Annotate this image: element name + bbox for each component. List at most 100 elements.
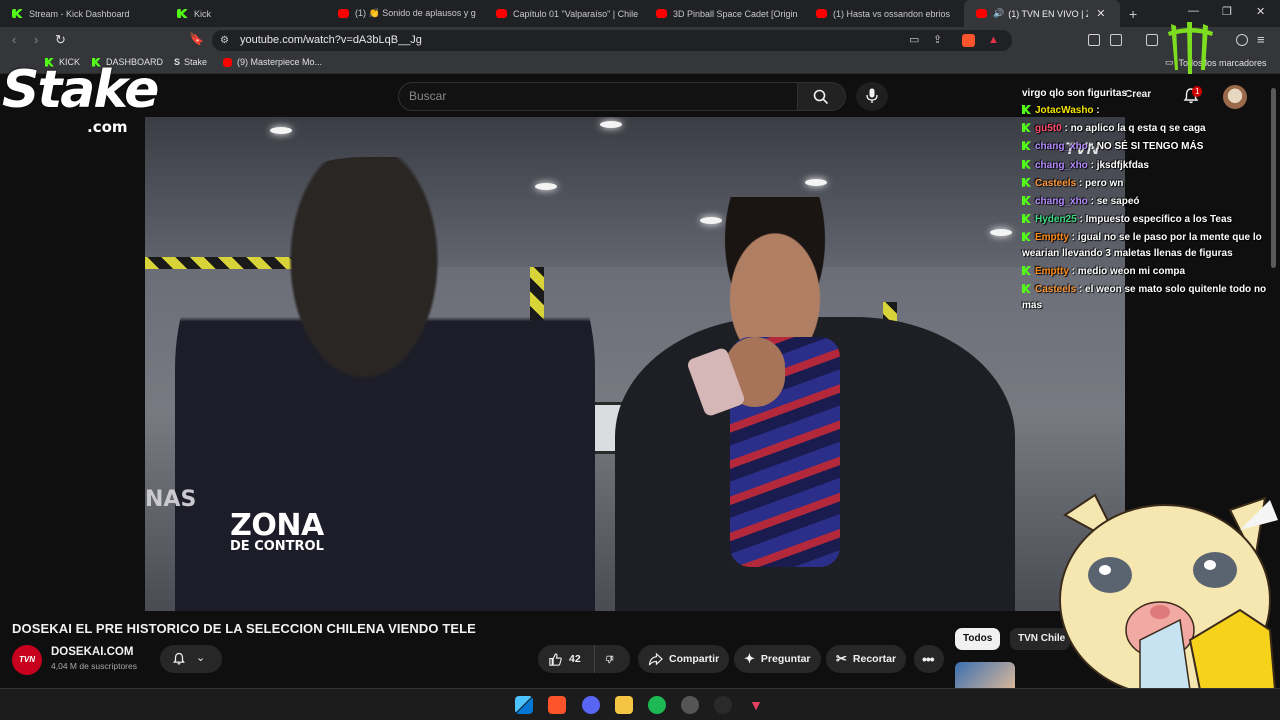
chat-separator: :: [1076, 177, 1086, 189]
kick-badge-icon: [1022, 177, 1031, 187]
bookmarks-bar: KICK DASHBOARD S Stake (9) Masterpiece M…: [0, 54, 1280, 74]
like-button[interactable]: 42: [538, 645, 594, 673]
chat-username[interactable]: Casteels: [1035, 284, 1076, 295]
search-input[interactable]: Buscar: [398, 82, 798, 111]
brave-rewards-icon[interactable]: ▲: [988, 30, 999, 51]
chat-separator: :: [1093, 105, 1100, 116]
youtube-icon: [338, 9, 349, 18]
chat-message: Hyden25 : Impuesto específico a los Teas: [1022, 212, 1272, 228]
bookmark-stake[interactable]: S Stake: [174, 57, 207, 67]
kick-icon: [177, 9, 188, 18]
thumbs-down-icon: [605, 655, 614, 663]
chat-text: medio weon mi compa: [1077, 266, 1186, 277]
kick-badge-icon: [1022, 195, 1031, 205]
discord-icon[interactable]: [582, 696, 600, 714]
chat-text: jksdfjkfdas: [1096, 159, 1149, 171]
youtube-icon: [976, 9, 987, 18]
brave-browser-icon[interactable]: [548, 696, 566, 714]
overlay-line1: ZONA: [230, 508, 324, 543]
more-icon: •••: [922, 651, 935, 667]
chat-username[interactable]: gu5t0: [1035, 123, 1062, 134]
ask-button[interactable]: ✦ Preguntar: [734, 645, 821, 673]
tab-valparaiso[interactable]: Capítulo 01 "Valparaíso" | Chile: [484, 0, 644, 27]
voice-search-button[interactable]: [856, 82, 888, 111]
chat-text: NO SÉ SI TENGO MÁS: [1096, 141, 1204, 153]
chat-username[interactable]: Emptty: [1035, 266, 1069, 277]
share-button[interactable]: Compartir: [638, 645, 730, 673]
minimize-icon[interactable]: —: [1188, 5, 1199, 17]
windows-start-icon[interactable]: [515, 696, 533, 714]
tab-pinball[interactable]: 3D Pinball Space Cadet [Origin: [644, 0, 804, 27]
close-icon[interactable]: ✕: [1096, 7, 1105, 20]
ceiling-light: [805, 179, 827, 186]
channel-avatar[interactable]: TVN: [12, 645, 42, 675]
settings-icon[interactable]: [681, 696, 699, 714]
chat-username[interactable]: Casteels: [1035, 178, 1076, 189]
chat-message: Casteels : pero wn: [1022, 176, 1272, 192]
chat-username[interactable]: Hyden25: [1035, 214, 1077, 225]
channel-name[interactable]: DOSEKAI.COM: [51, 646, 133, 658]
sidepanel-icon[interactable]: [1110, 34, 1122, 46]
vpn-taskbar-icon[interactable]: ▼: [747, 696, 765, 714]
share-page-icon[interactable]: ⇪: [933, 30, 942, 51]
kick-badge-icon: [1022, 105, 1031, 114]
kick-icon: [12, 9, 23, 18]
speaker-icon: 🔊: [993, 8, 1005, 18]
file-explorer-icon[interactable]: [615, 696, 633, 714]
youtube-icon: [656, 9, 667, 18]
tab-kick[interactable]: Kick: [165, 0, 330, 27]
tab-kick-dashboard[interactable]: Stream - Kick Dashboard: [0, 0, 165, 27]
chat-message: gu5t0 : no aplico la q esta q se caga: [1022, 121, 1272, 137]
kick-badge-icon: [1022, 232, 1031, 242]
back-icon[interactable]: ‹: [12, 32, 16, 47]
maximize-icon[interactable]: ❐: [1222, 5, 1232, 18]
search-placeholder: Buscar: [409, 89, 447, 103]
address-bar[interactable]: ⚙ youtube.com/watch?v=dA3bLqB__Jg ▭ ⇪ ▲: [212, 30, 1012, 51]
tab-tvn-en-vivo[interactable]: 🔊 (1) TVN EN VIVO | ZON ✕: [964, 0, 1120, 27]
stake-overlay-logo: Stake .com: [2, 60, 177, 140]
search-button[interactable]: [798, 82, 846, 111]
zona-de-control-overlay: ZONA DE CONTROL: [230, 508, 324, 553]
chat-message: chang_xho : NO SÉ SI TENGO MÁS: [1022, 139, 1272, 155]
bookmark-icon[interactable]: 🔖: [189, 32, 204, 46]
extensions-icon[interactable]: [1088, 34, 1100, 46]
spotify-icon[interactable]: [648, 696, 666, 714]
reload-icon[interactable]: ↻: [55, 32, 66, 48]
tab-label: Capítulo 01 "Valparaíso" | Chile: [513, 8, 639, 19]
vpn-icon[interactable]: [1236, 34, 1248, 46]
tab-aplausos[interactable]: (1) 👏 Sonido de aplausos y g: [326, 0, 484, 27]
cast-icon[interactable]: ▭: [909, 30, 919, 51]
video-player[interactable]: NAS ZONA DE CONTROL TVN: [145, 117, 1125, 611]
subscribed-bell-button[interactable]: ⌄: [160, 645, 222, 673]
new-tab-icon[interactable]: +: [1129, 6, 1137, 22]
youtube-icon: [496, 9, 507, 18]
clip-label: Recortar: [852, 653, 897, 665]
chat-text: se sapeó: [1096, 195, 1140, 207]
kick-badge-icon: [1022, 141, 1031, 151]
chip-todos[interactable]: Todos: [955, 628, 1001, 650]
recommended-thumbnail[interactable]: [955, 662, 1015, 688]
clip-button[interactable]: ✂ Recortar: [826, 645, 907, 673]
brave-shields-icon[interactable]: [962, 34, 975, 47]
windows-taskbar: ▼: [0, 688, 1280, 720]
chat-username[interactable]: chang_xho: [1035, 196, 1088, 207]
more-actions-button[interactable]: •••: [914, 645, 944, 673]
chat-username[interactable]: chang_xho: [1035, 141, 1088, 152]
forward-icon[interactable]: ›: [34, 32, 38, 47]
chat-username[interactable]: JotacWasho: [1035, 105, 1094, 116]
dislike-button[interactable]: [594, 645, 630, 673]
stake-word: Stake: [2, 60, 159, 120]
stake-domain: .com: [87, 118, 128, 136]
chat-message: Emptty : medio weon mi compa: [1022, 264, 1272, 280]
site-info-icon[interactable]: ⚙: [220, 30, 229, 51]
video-title: DOSEKAI EL PRE HISTORICO DE LA SELECCION…: [12, 621, 476, 636]
media-icon[interactable]: [1146, 34, 1158, 46]
close-window-icon[interactable]: ✕: [1256, 5, 1265, 18]
obs-icon[interactable]: [714, 696, 732, 714]
chat-separator: :: [1087, 195, 1097, 207]
menu-icon[interactable]: ≡: [1257, 32, 1265, 47]
chat-username[interactable]: Emptty: [1035, 232, 1069, 243]
bookmark-masterpiece[interactable]: (9) Masterpiece Mo...: [223, 57, 322, 67]
chat-username[interactable]: chang_xho: [1035, 160, 1088, 171]
tab-ossandon[interactable]: (1) Hasta vs ossandon ebrios: [804, 0, 962, 27]
